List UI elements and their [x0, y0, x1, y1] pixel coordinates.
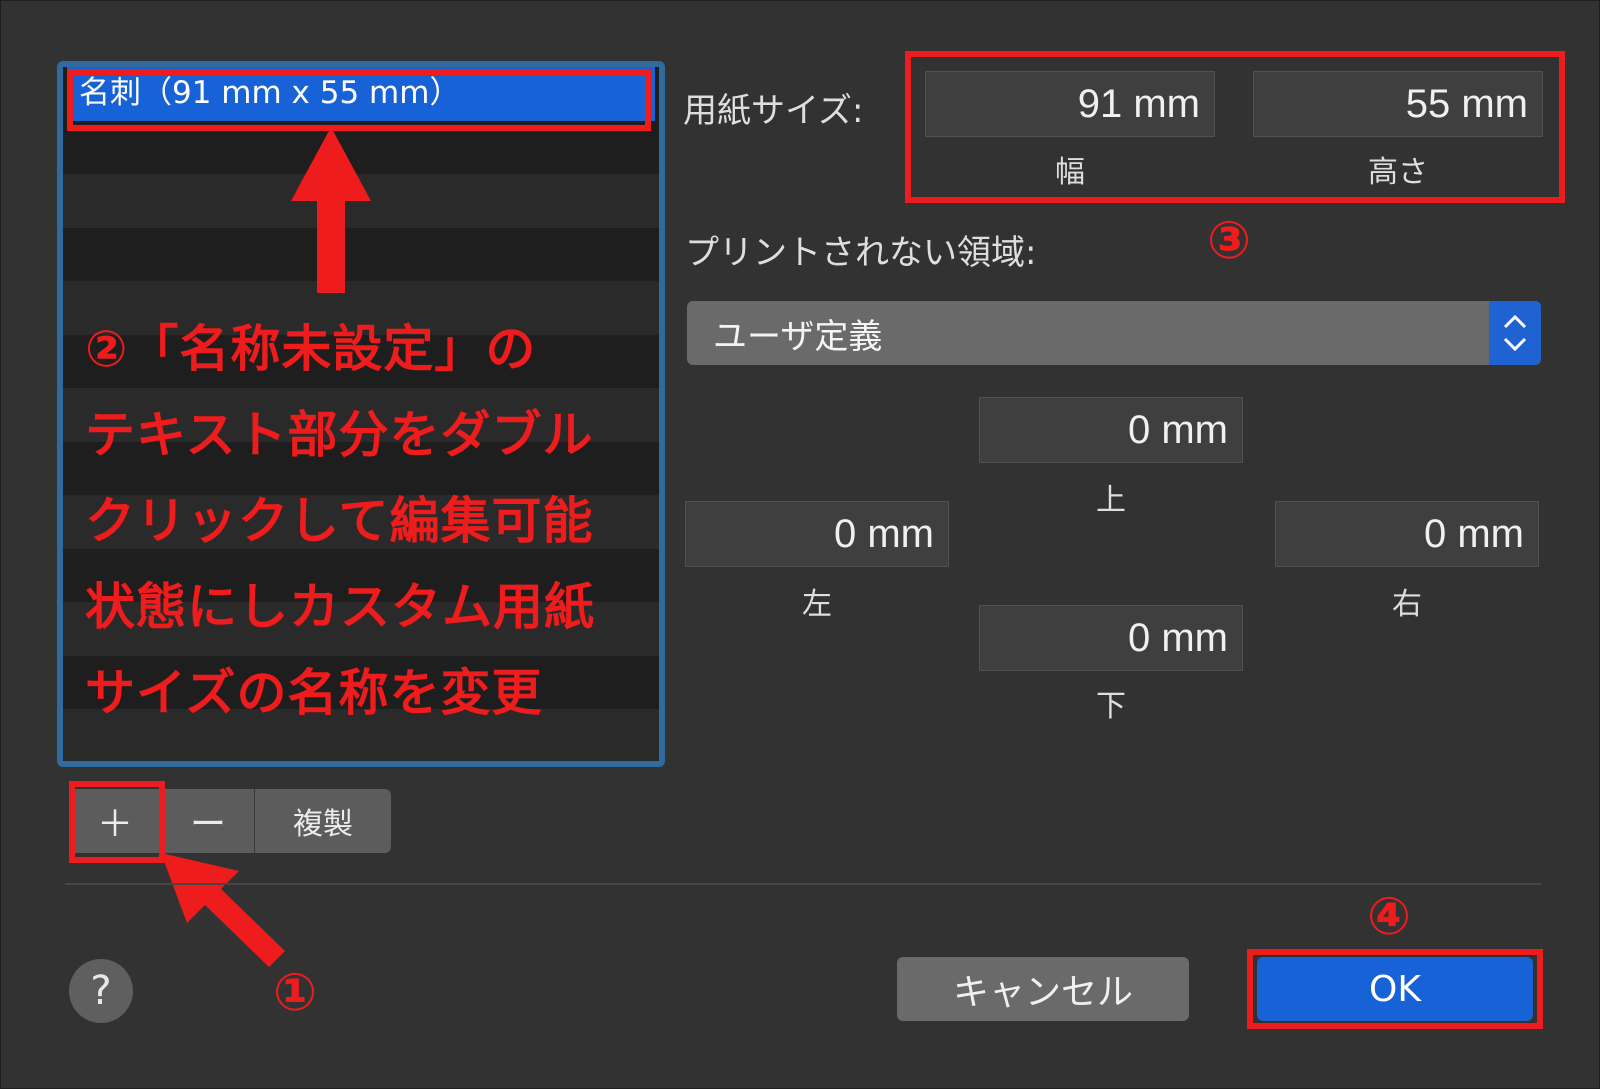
annotation-step2-line4: 状態にしカスタム用紙	[85, 578, 595, 636]
margin-left-label: 左	[802, 587, 832, 622]
non-printable-area-label: プリントされない領域:	[685, 233, 1037, 273]
paper-height-field[interactable]: 55 mm	[1253, 71, 1543, 137]
annotation-step3: ③	[1207, 211, 1252, 271]
margin-top-field[interactable]: 0 mm	[979, 397, 1243, 463]
paper-width-label: 幅	[1055, 155, 1085, 190]
page-setup-dialog: 名刺（91 mm x 55 mm） ②「名称未設定」の テキスト部分をダブル ク…	[0, 0, 1600, 1089]
remove-button[interactable]: ー	[162, 789, 255, 853]
annotation-arrow-diagonal	[161, 853, 285, 967]
paper-size-label: 用紙サイズ:	[683, 91, 864, 131]
chevron-up-down-icon	[1489, 301, 1541, 365]
annotation-arrow-up	[291, 127, 371, 293]
annotation-step1: ①	[273, 963, 318, 1023]
annotation-step4: ④	[1367, 887, 1412, 947]
margin-right-field[interactable]: 0 mm	[1275, 501, 1539, 567]
margin-preset-value: ユーザ定義	[713, 316, 883, 357]
margin-left-field[interactable]: 0 mm	[685, 501, 949, 567]
annotation-step2-line1: ②「名称未設定」の	[85, 320, 537, 378]
margin-top-label: 上	[1096, 483, 1126, 518]
divider	[65, 883, 1541, 885]
list-control-buttons: ＋ ー 複製	[69, 789, 391, 853]
annotation-step2-line2: テキスト部分をダブル	[85, 406, 594, 464]
add-button[interactable]: ＋	[69, 789, 162, 853]
margin-bottom-label: 下	[1096, 689, 1126, 724]
list-item-selected[interactable]: 名刺（91 mm x 55 mm）	[67, 67, 655, 121]
annotation-step2-line3: クリックして編集可能	[85, 492, 594, 550]
margin-preset-popup[interactable]: ユーザ定義	[687, 301, 1541, 365]
paper-height-label: 高さ	[1368, 155, 1428, 190]
margin-bottom-field[interactable]: 0 mm	[979, 605, 1243, 671]
help-button[interactable]: ?	[69, 959, 133, 1023]
margin-right-label: 右	[1392, 587, 1422, 622]
paper-width-field[interactable]: 91 mm	[925, 71, 1215, 137]
annotation-step2-line5: サイズの名称を変更	[85, 664, 543, 722]
cancel-button[interactable]: キャンセル	[897, 957, 1189, 1021]
ok-button[interactable]: OK	[1257, 957, 1533, 1021]
duplicate-button[interactable]: 複製	[255, 789, 391, 853]
